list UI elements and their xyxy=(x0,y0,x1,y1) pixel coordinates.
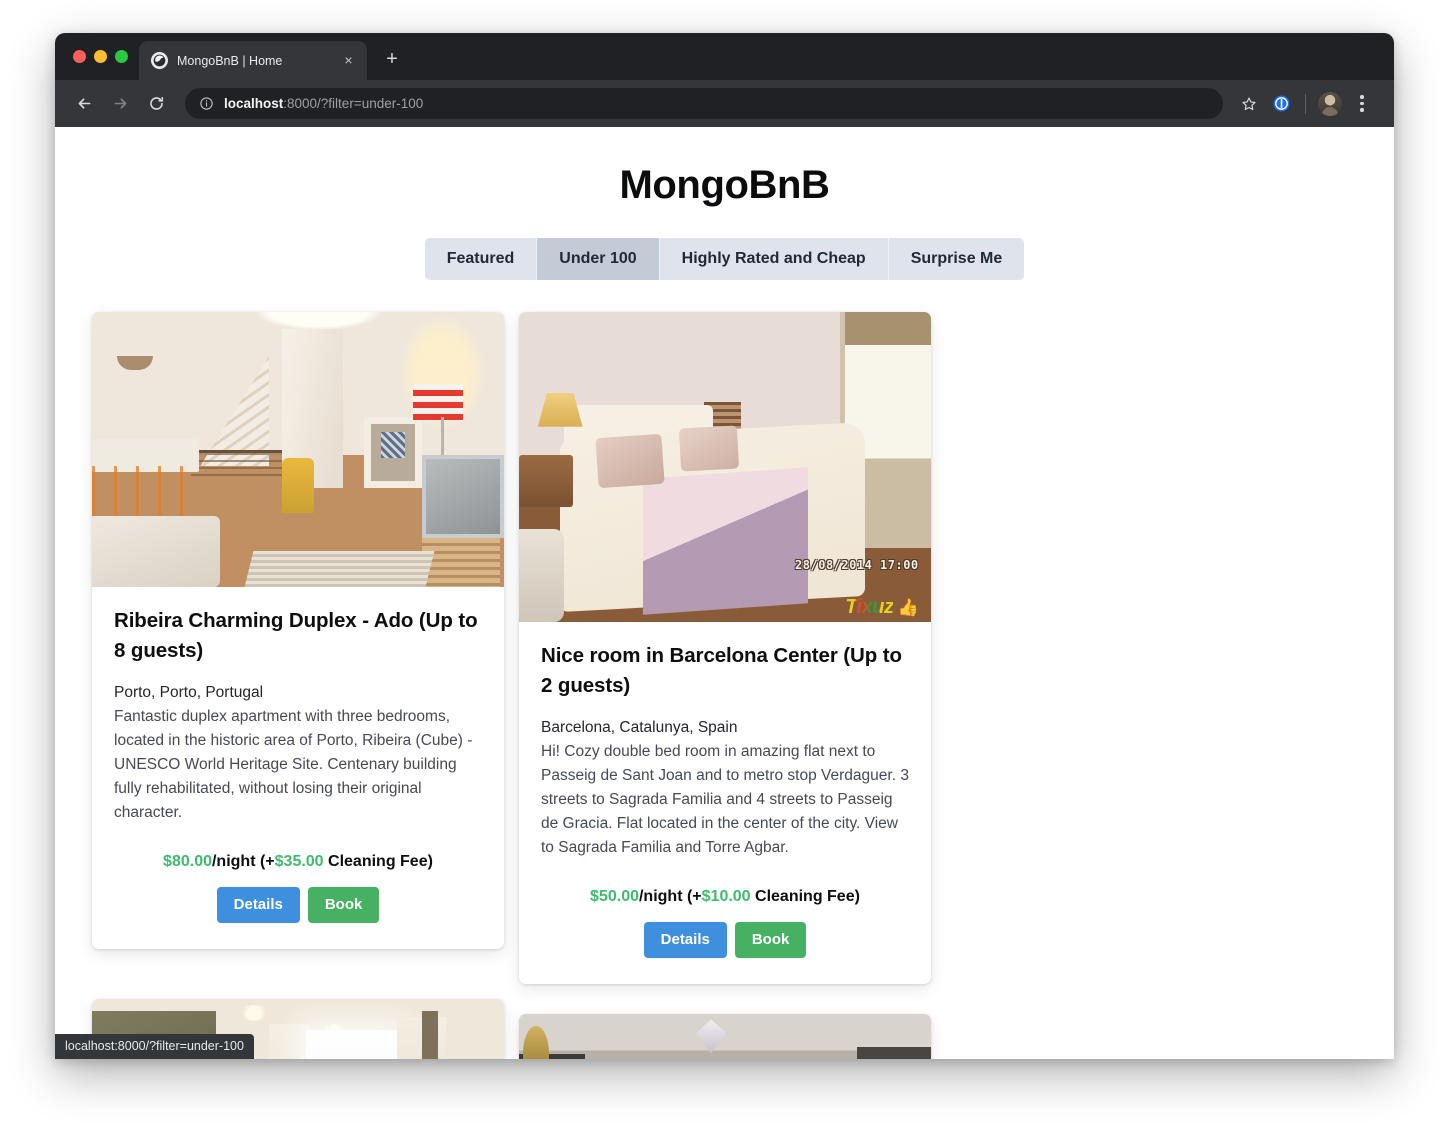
reload-icon[interactable] xyxy=(141,89,171,119)
sofa-shape xyxy=(92,515,220,587)
tab-title: MongoBnB | Home xyxy=(177,53,283,68)
price-suffix: /night (+ xyxy=(638,887,702,905)
cleaning-fee: $10.00 xyxy=(701,887,751,905)
back-arrow-icon[interactable] xyxy=(69,89,99,119)
filter-tab-featured[interactable]: Featured xyxy=(424,238,538,280)
listing-description: Hi! Cozy double bed room in amazing flat… xyxy=(541,742,909,856)
maximize-window-button[interactable] xyxy=(115,50,128,63)
avatar xyxy=(1318,91,1342,116)
yellow-armchair-shape xyxy=(281,457,315,513)
filter-tab-surprise-me[interactable]: Surprise Me xyxy=(888,238,1025,280)
minimize-window-button[interactable] xyxy=(94,50,107,63)
photo-timestamp: 28/08/2014 17:00 xyxy=(795,558,919,573)
listing-photo: 28/08/2014 17:00 Tixuz 👍 xyxy=(519,312,931,622)
book-button[interactable]: Book xyxy=(734,921,807,958)
listing-title: Nice room in Barcelona Center (Up to 2 g… xyxy=(541,644,902,698)
cleaning-fee: $35.00 xyxy=(274,852,324,870)
details-button[interactable]: Details xyxy=(643,921,727,958)
listing-price-line: $50.00/night (+$10.00 Cleaning Fee) xyxy=(541,888,909,906)
listing-actions: Details Book xyxy=(114,886,482,923)
thumbs-up-icon: 👍 xyxy=(897,597,919,617)
url-host: localhost xyxy=(224,96,284,111)
dark-wall-shape xyxy=(856,1047,931,1059)
site-info-icon[interactable] xyxy=(199,96,214,111)
new-tab-button[interactable]: + xyxy=(381,49,403,71)
bookmark-star-icon[interactable] xyxy=(1233,88,1265,120)
address-bar[interactable]: localhost:8000/?filter=under-100 xyxy=(185,88,1223,119)
close-window-button[interactable] xyxy=(73,50,86,63)
pillar-shape xyxy=(421,1011,439,1059)
password-manager-icon[interactable] xyxy=(1265,88,1297,120)
kebab-menu-icon[interactable] xyxy=(1346,88,1378,120)
pillow-shape xyxy=(678,425,739,472)
page-title: MongoBnB xyxy=(619,163,830,207)
browser-tab-strip: MongoBnB | Home × + xyxy=(55,33,1394,80)
forward-arrow-icon[interactable] xyxy=(105,89,135,119)
tile-art-shape xyxy=(380,431,405,458)
wall-niche-shape xyxy=(363,416,422,488)
pillow-shape xyxy=(595,433,665,488)
listing-card[interactable] xyxy=(519,1013,931,1059)
listing-location: Porto, Porto, Portugal xyxy=(114,683,264,701)
price-suffix: /night (+ xyxy=(211,852,275,870)
nightstand-shape xyxy=(519,454,573,508)
browser-window: MongoBnB | Home × + localhost:8000/?filt… xyxy=(55,33,1394,1059)
watermark-text: Tixuz xyxy=(845,595,894,618)
filter-tab-under-100[interactable]: Under 100 xyxy=(537,238,660,280)
close-tab-icon[interactable]: × xyxy=(340,52,357,69)
profile-avatar[interactable] xyxy=(1314,88,1346,120)
page-viewport: MongoBnB Featured Under 100 Highly Rated… xyxy=(55,127,1394,1059)
listing-body: Ribeira Charming Duplex - Ado (Up to 8 g… xyxy=(92,587,504,949)
browser-toolbar: localhost:8000/?filter=under-100 xyxy=(55,80,1394,127)
listing-grid: Ribeira Charming Duplex - Ado (Up to 8 g… xyxy=(55,312,1394,1059)
details-button[interactable]: Details xyxy=(216,886,300,923)
gold-vase-shape xyxy=(523,1026,550,1059)
curtain-shape xyxy=(269,1023,311,1059)
book-button[interactable]: Book xyxy=(307,886,380,923)
filter-tab-highly-rated-and-cheap[interactable]: Highly Rated and Cheap xyxy=(659,238,889,280)
listing-card[interactable]: 28/08/2014 17:00 Tixuz 👍 Nice room in Ba… xyxy=(519,312,931,984)
chandelier-shape xyxy=(696,1019,727,1054)
url-path: :8000/?filter=under-100 xyxy=(283,96,424,111)
browser-tab[interactable]: MongoBnB | Home × xyxy=(139,41,367,80)
ceiling-light-shape xyxy=(240,1004,269,1021)
listing-photo xyxy=(92,312,504,587)
floral-bedspread-shape xyxy=(642,467,808,616)
cleaning-suffix: Cleaning Fee) xyxy=(750,887,860,905)
url-text: localhost:8000/?filter=under-100 xyxy=(224,96,423,111)
nightly-price: $80.00 xyxy=(163,852,212,870)
toolbar-actions xyxy=(1233,88,1378,120)
cleaning-suffix: Cleaning Fee) xyxy=(323,852,433,870)
listing-actions: Details Book xyxy=(541,921,909,958)
railing-shape xyxy=(190,449,282,477)
listing-body: Nice room in Barcelona Center (Up to 2 g… xyxy=(519,622,931,984)
photo-watermark: Tixuz 👍 xyxy=(845,596,918,619)
status-bubble: localhost:8000/?filter=under-100 xyxy=(55,1034,254,1059)
filter-tab-group: Featured Under 100 Highly Rated and Chea… xyxy=(424,238,1025,280)
television-shape xyxy=(421,455,504,538)
toolbar-divider xyxy=(1305,93,1306,114)
listing-price-line: $80.00/night (+$35.00 Cleaning Fee) xyxy=(114,853,482,871)
listing-description: Fantastic duplex apartment with three be… xyxy=(114,707,473,821)
window-traffic-lights xyxy=(73,50,128,63)
listing-photo xyxy=(519,1013,931,1059)
listing-title: Ribeira Charming Duplex - Ado (Up to 8 g… xyxy=(114,609,478,663)
rug-shape xyxy=(244,551,435,587)
globe-icon xyxy=(151,52,168,69)
striped-lampshade-shape xyxy=(412,383,463,421)
listing-location: Barcelona, Catalunya, Spain xyxy=(541,718,738,736)
window-shape xyxy=(306,1029,397,1059)
armchair-shape xyxy=(519,529,565,622)
nightly-price: $50.00 xyxy=(590,887,639,905)
pallet-stand-shape xyxy=(421,537,500,587)
filter-bar: Featured Under 100 Highly Rated and Chea… xyxy=(55,238,1394,280)
pendant-lamp-shape xyxy=(116,356,153,370)
listing-card[interactable]: Ribeira Charming Duplex - Ado (Up to 8 g… xyxy=(92,312,504,949)
